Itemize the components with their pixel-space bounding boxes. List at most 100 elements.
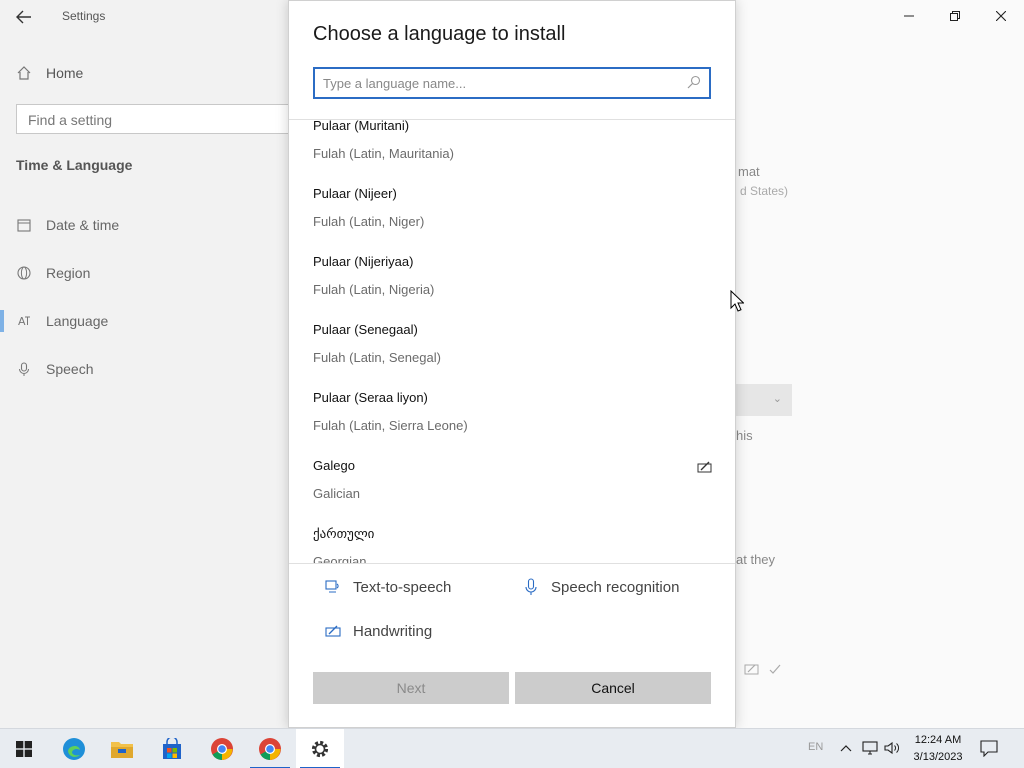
bg-handwriting-icon [744,662,760,681]
settings-search-placeholder: Find a setting [28,112,113,128]
language-native-name: ქართული [313,526,375,541]
clock[interactable]: 12:24 AM 3/13/2023 [906,732,970,766]
language-item[interactable]: Pulaar (Senegaal) Fulah (Latin, Senegal) [313,322,713,390]
bg-format-text: mat [738,164,760,179]
taskbar-edge[interactable] [50,729,98,768]
start-button[interactable] [0,729,48,768]
language-item[interactable]: Pulaar (Nijeriyaa) Fulah (Latin, Nigeria… [313,254,713,322]
feature-tts-label: Text-to-speech [353,578,452,596]
language-english-name: Fulah (Latin, Nigeria) [313,282,435,297]
start-icon [16,741,32,757]
taskbar: EN 12:24 AM 3/13/2023 [0,728,1024,768]
back-arrow-icon [16,10,31,24]
section-title: Time & Language [16,157,133,173]
file-explorer-icon [111,742,133,758]
language-item[interactable]: Pulaar (Seraa liyon) Fulah (Latin, Sierr… [313,390,713,458]
taskbar-store[interactable] [148,729,196,768]
feature-speech-recognition-label: Speech recognition [551,578,680,596]
chrome-icon [259,738,281,760]
bg-speech-check-icon [768,662,782,683]
text-to-speech-icon [323,577,343,597]
language-item[interactable]: Pulaar (Muritani) Fulah (Latin, Mauritan… [313,120,713,186]
nav-speech-label: Speech [46,361,94,377]
nav-region[interactable]: Region [16,262,90,284]
close-button[interactable] [978,0,1024,32]
language-native-name: Galego [313,458,355,473]
language-icon: A [16,313,32,329]
language-item[interactable]: Pulaar (Nijeer) Fulah (Latin, Niger) [313,186,713,254]
microphone-icon [521,577,541,597]
clock-date: 3/13/2023 [913,751,963,763]
language-list[interactable]: Pulaar (Muritani) Fulah (Latin, Mauritan… [289,120,735,563]
chrome-icon [211,738,233,760]
nav-language[interactable]: A Language [16,310,108,332]
restore-icon [950,11,960,21]
language-item[interactable]: ქართული Georgian [313,526,713,563]
language-english-name: Fulah (Latin, Sierra Leone) [313,418,468,433]
taskbar-chrome-2[interactable] [246,729,294,768]
language-item[interactable]: Galego Galician [313,458,713,526]
handwriting-icon [697,460,713,474]
list-divider [289,563,735,564]
taskbar-file-explorer[interactable] [98,729,146,768]
nav-language-label: Language [46,313,109,329]
choose-language-dialog: Choose a language to install Pulaar (Mur… [288,0,736,728]
feature-handwriting: Handwriting [323,620,432,642]
language-english-name: Fulah (Latin, Mauritania) [313,146,454,161]
mouse-cursor-icon [730,289,745,312]
next-button[interactable]: Next [313,672,509,704]
store-icon [163,738,181,759]
notification-icon [980,740,998,758]
minimize-button[interactable] [886,0,932,32]
taskbar-settings[interactable] [296,729,344,768]
nav-home-label: Home [46,65,84,81]
network-button[interactable] [862,740,878,756]
chevron-up-icon [840,745,852,752]
language-native-name: Pulaar (Seraa liyon) [313,390,428,405]
home-icon [17,66,31,80]
chevron-down-icon: ⌄ [772,393,782,405]
back-button[interactable] [8,2,40,32]
bg-this-text: his [736,428,753,443]
settings-search-input[interactable]: Find a setting [16,104,292,134]
nav-active-indicator [0,310,4,332]
globe-icon [16,265,32,281]
minimize-icon [904,15,914,17]
handwriting-icon [323,621,343,641]
network-icon [862,741,878,755]
dialog-title: Choose a language to install [313,23,566,45]
nav-speech[interactable]: Speech [16,358,93,380]
search-icon [687,75,701,94]
language-english-name: Galician [313,486,360,501]
window-title: Settings [62,9,106,23]
input-language-indicator[interactable]: EN [808,741,823,753]
language-search-box[interactable] [313,67,711,99]
svg-text:A: A [18,315,26,328]
language-english-name: Fulah (Latin, Senegal) [313,350,441,365]
cancel-button[interactable]: Cancel [515,672,711,704]
nav-date-time[interactable]: Date & time [16,214,119,236]
nav-home[interactable]: Home [16,62,83,84]
feature-text-to-speech: Text-to-speech [323,576,451,598]
bg-that-they-text: at they [736,552,776,567]
language-search-input[interactable] [323,74,673,92]
settings-gear-icon [311,740,329,758]
language-native-name: Pulaar (Muritani) [313,120,410,133]
language-native-name: Pulaar (Senegaal) [313,322,418,337]
restore-button[interactable] [932,0,978,32]
feature-speech-recognition: Speech recognition [521,576,679,598]
bg-dropdown[interactable]: ⌄ [736,384,792,416]
language-native-name: Pulaar (Nijeriyaa) [313,254,414,269]
clock-time: 12:24 AM [914,734,962,746]
bg-region-text: d States) [740,184,789,198]
volume-icon [884,741,899,755]
feature-handwriting-label: Handwriting [353,622,433,640]
edge-icon [63,738,85,760]
microphone-icon [16,361,32,377]
show-hidden-icons-button[interactable] [838,740,854,756]
taskbar-chrome[interactable] [198,729,246,768]
calendar-clock-icon [16,217,32,233]
nav-date-time-label: Date & time [46,217,120,233]
volume-button[interactable] [884,740,900,756]
action-center-button[interactable] [980,739,1002,759]
